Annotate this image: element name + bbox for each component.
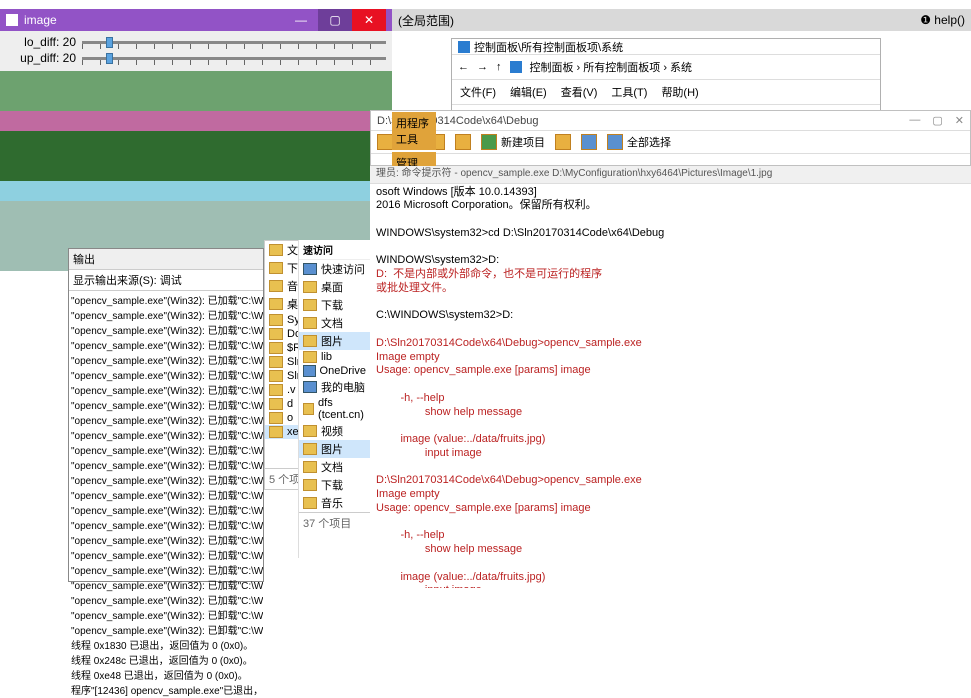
monitor-icon <box>510 61 522 73</box>
close-button[interactable]: ✕ <box>955 114 964 127</box>
folder-icon[interactable] <box>481 134 497 150</box>
menu-item[interactable]: 文件(F) <box>460 84 496 100</box>
group-icon <box>303 263 317 275</box>
minimize-button[interactable]: — <box>909 114 920 127</box>
back-icon[interactable]: ← <box>458 61 469 73</box>
up-diff-label: up_diff: 20 <box>6 51 76 65</box>
toolbar-label: 新建项目 <box>501 134 545 150</box>
tree-group[interactable]: 快速访问 <box>299 260 370 278</box>
up-diff-slider[interactable] <box>82 51 386 65</box>
explorer-toolbar[interactable]: 新建项目 全部选择 <box>371 131 970 154</box>
folder-icon <box>269 370 283 382</box>
explorer-tree-col2[interactable]: 速访问 快速访问桌面下载文档图片libOneDrive我的电脑dfs (tcen… <box>298 240 370 558</box>
tree-item[interactable]: 视频 <box>299 422 370 440</box>
lo-diff-label: lo_diff: 20 <box>6 35 76 49</box>
folder-icon[interactable] <box>455 134 471 150</box>
lo-diff-slider[interactable] <box>82 35 386 49</box>
tree-item[interactable]: 图片 <box>299 332 370 350</box>
group-icon <box>303 365 316 377</box>
menu-item[interactable]: 查看(V) <box>561 84 598 100</box>
menu-item[interactable]: 帮助(H) <box>661 84 698 100</box>
tree-item[interactable]: 文档 <box>299 314 370 332</box>
tree-item[interactable]: 桌面 <box>299 278 370 296</box>
control-panel-menu[interactable]: 文件(F) 编辑(E) 查看(V) 工具(T) 帮助(H) <box>452 80 880 104</box>
folder-icon <box>303 403 314 415</box>
console-title: 理员: 命令提示符 - opencv_sample.exe D:\MyConfi… <box>370 166 971 184</box>
tree-item[interactable]: 下载 <box>299 476 370 494</box>
image-title: image <box>24 9 57 31</box>
help-hint[interactable]: ❶ help() <box>920 13 965 27</box>
folder-icon <box>269 314 283 326</box>
forward-icon[interactable]: → <box>477 61 488 73</box>
folder-icon <box>269 342 283 354</box>
tree-item[interactable]: 文档 <box>299 458 370 476</box>
folder-icon <box>303 317 317 329</box>
breadcrumb[interactable]: 控制面板 › 所有控制面板项 › 系统 <box>530 59 693 75</box>
folder-icon[interactable] <box>377 134 393 150</box>
trackbars: lo_diff: 20 up_diff: 20 <box>0 31 392 71</box>
output-title: 输出 <box>69 249 263 270</box>
folder-icon <box>303 497 317 509</box>
toolbar-label: 全部选择 <box>627 134 671 150</box>
folder-icon <box>303 351 317 363</box>
scope-bar: (全局范围) ❶ help() <box>392 9 971 31</box>
tree-group[interactable]: 我的电脑 <box>299 378 370 396</box>
maximize-button[interactable]: ▢ <box>932 114 942 127</box>
folder-icon <box>269 398 283 410</box>
ribbon-tabs: 用程序工具 管理 <box>392 112 436 174</box>
scope-label: (全局范围) <box>398 12 454 29</box>
console-body[interactable]: osoft Windows [版本 10.0.14393] 2016 Micro… <box>370 184 971 589</box>
image-window: image — ▢ ✕ lo_diff: 20 up_diff: 20 <box>0 9 392 271</box>
tree-item[interactable]: 图片 <box>299 440 370 458</box>
folder-icon[interactable] <box>581 134 597 150</box>
folder-icon <box>269 412 283 424</box>
folder-icon <box>303 461 317 473</box>
folder-icon <box>269 384 283 396</box>
folder-icon <box>269 280 283 292</box>
folder-icon <box>303 425 317 437</box>
tree-item[interactable]: dfs (tcent.cn) <box>299 396 370 422</box>
maximize-button[interactable]: ▢ <box>318 9 352 31</box>
folder-icon <box>303 443 317 455</box>
close-button[interactable]: ✕ <box>352 9 386 31</box>
tree-group[interactable]: OneDrive <box>299 364 370 378</box>
explorer-ribbon: D:\Sln20170314Code\x64\Debug —▢✕ 新建项目全部选… <box>370 110 971 166</box>
menu-item[interactable]: 编辑(E) <box>510 84 547 100</box>
folder-icon[interactable] <box>607 134 623 150</box>
folder-icon <box>303 281 317 293</box>
minimize-button[interactable]: — <box>284 9 318 31</box>
folder-icon <box>269 328 283 340</box>
folder-icon <box>303 335 317 347</box>
status-count: 37 个项目 <box>299 512 370 533</box>
output-source[interactable]: 显示输出来源(S): 调试 <box>69 270 263 291</box>
monitor-icon <box>458 41 470 53</box>
menu-item[interactable]: 工具(T) <box>611 84 647 100</box>
ribbon-tab[interactable]: 用程序工具 <box>392 112 436 150</box>
quick-access-header: 速访问 <box>299 240 370 260</box>
output-pane: 输出 显示输出来源(S): 调试 "opencv_sample.exe"(Win… <box>68 248 264 582</box>
tree-item[interactable]: lib <box>299 350 370 364</box>
folder-icon <box>303 299 317 311</box>
group-icon <box>303 381 317 393</box>
tree-item[interactable]: 下载 <box>299 296 370 314</box>
control-panel-title: 控制面板\所有控制面板项\系统 <box>452 39 880 55</box>
folder-icon <box>303 479 317 491</box>
control-panel-breadcrumb[interactable]: ← → ↑ 控制面板 › 所有控制面板项 › 系统 <box>452 55 880 80</box>
folder-icon <box>269 244 283 256</box>
folder-icon <box>269 262 283 274</box>
output-body[interactable]: "opencv_sample.exe"(Win32): 已加载"C:\Windo… <box>69 291 263 698</box>
folder-icon <box>269 426 283 438</box>
image-titlebar[interactable]: image — ▢ ✕ <box>0 9 392 31</box>
cmd-console[interactable]: 理员: 命令提示符 - opencv_sample.exe D:\MyConfi… <box>370 166 971 588</box>
up-icon[interactable]: ↑ <box>496 61 502 73</box>
folder-icon <box>269 356 283 368</box>
tree-item[interactable]: 音乐 <box>299 494 370 512</box>
folder-icon <box>269 298 283 310</box>
folder-icon[interactable] <box>555 134 571 150</box>
app-icon <box>6 14 18 26</box>
